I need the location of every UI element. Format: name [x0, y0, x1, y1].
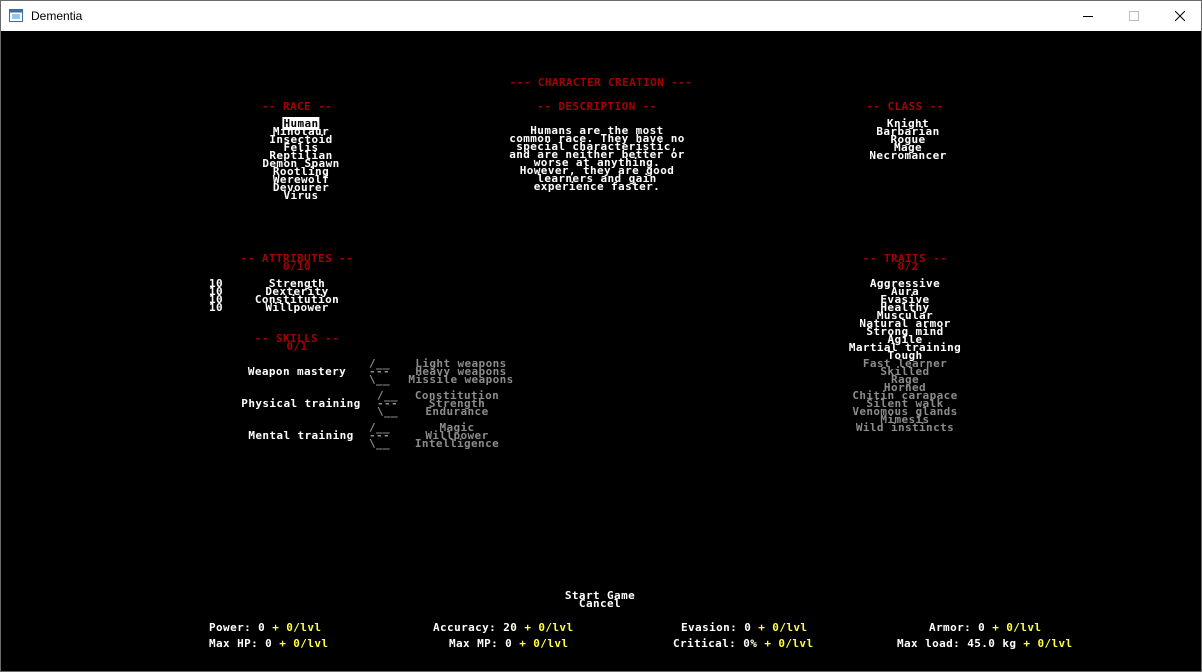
stat-armor-value: Armor: 0	[929, 621, 986, 634]
stat-max-mp-value: Max MP: 0	[449, 637, 513, 650]
skill-group-weapon-mastery[interactable]: Weapon mastery	[248, 366, 346, 377]
stat-power: Power: 0 + 0/lvl	[209, 621, 322, 634]
skill-branch-line: \__	[369, 437, 391, 450]
skill-points: 0/1	[286, 340, 308, 353]
close-button[interactable]	[1157, 1, 1201, 31]
stat-armor: Armor: 0 + 0/lvl	[929, 621, 1042, 634]
race-item-label: Virus	[283, 189, 319, 202]
stat-max-mp: Max MP: 0 + 0/lvl	[449, 637, 569, 650]
stat-critical-per-level: + 0/lvl	[764, 637, 814, 650]
stat-max-mp-per-level: + 0/lvl	[519, 637, 569, 650]
screen-title: --- CHARACTER CREATION ---	[509, 76, 693, 89]
skill-branch-line: \__	[369, 373, 391, 386]
app-window: Dementia --- CHARACTER CREATION --- -- R…	[0, 0, 1202, 672]
stat-evasion-value: Evasion: 0	[681, 621, 752, 634]
skill-group-mental-training[interactable]: Mental training	[248, 430, 353, 441]
stat-accuracy-value: Accuracy: 20	[433, 621, 518, 634]
attribute-willpower[interactable]: Willpower	[265, 302, 328, 313]
stat-max-hp-per-level: + 0/lvl	[279, 637, 329, 650]
title-bar[interactable]: Dementia	[1, 1, 1201, 31]
attribute-value: 10	[209, 301, 224, 314]
race-heading: -- RACE --	[261, 100, 333, 113]
skill-option[interactable]: Missile weapons	[408, 374, 513, 385]
stat-max-hp-value: Max HP: 0	[209, 637, 273, 650]
window-title: Dementia	[31, 9, 83, 23]
stat-max-load: Max load: 45.0 kg + 0/lvl	[897, 637, 1073, 650]
description-heading: -- DESCRIPTION --	[537, 100, 657, 113]
stat-critical: Critical: 0% + 0/lvl	[673, 637, 814, 650]
cancel-button[interactable]: Cancel	[579, 598, 621, 609]
class-list: Knight Barbarian Rogue Mage Necromancer	[869, 118, 946, 161]
trait-item-unavailable[interactable]: Wild instincts	[849, 422, 961, 433]
attribute-points: 0/10	[282, 260, 312, 273]
skill-group-physical-training[interactable]: Physical training	[241, 398, 360, 409]
trait-points: 0/2	[897, 260, 919, 273]
stat-critical-value: Critical: 0%	[673, 637, 758, 650]
minimize-icon	[1083, 16, 1093, 17]
stat-evasion: Evasion: 0 + 0/lvl	[681, 621, 808, 634]
class-item[interactable]: Necromancer	[869, 150, 946, 161]
minimize-button[interactable]	[1065, 1, 1111, 31]
game-screen: --- CHARACTER CREATION --- -- RACE -- --…	[1, 31, 1201, 671]
maximize-button[interactable]	[1111, 1, 1157, 31]
stat-max-load-per-level: + 0/lvl	[1023, 637, 1073, 650]
stat-max-hp: Max HP: 0 + 0/lvl	[209, 637, 329, 650]
description-line: experience faster.	[533, 180, 661, 193]
close-icon	[1175, 11, 1185, 21]
stat-evasion-per-level: + 0/lvl	[758, 621, 808, 634]
maximize-icon	[1129, 11, 1139, 21]
stat-accuracy: Accuracy: 20 + 0/lvl	[433, 621, 574, 634]
class-heading: -- CLASS --	[866, 100, 944, 113]
stat-power-per-level: + 0/lvl	[272, 621, 322, 634]
stat-max-load-value: Max load: 45.0 kg	[897, 637, 1017, 650]
skill-branch-line: \__	[377, 405, 399, 418]
skill-option[interactable]: Endurance	[425, 406, 488, 417]
race-list: Human Minotaur Insectoid Felis Reptilian Demo…	[262, 117, 339, 202]
stat-armor-per-level: + 0/lvl	[992, 621, 1042, 634]
stat-accuracy-per-level: + 0/lvl	[524, 621, 574, 634]
app-icon	[9, 9, 23, 22]
race-description: Humans are the most common race. They hav…	[509, 125, 685, 193]
skill-option[interactable]: Intelligence	[415, 438, 499, 449]
stat-power-value: Power: 0	[209, 621, 266, 634]
trait-list: Aggressive Aura Evasive Healthy Muscular Natu…	[849, 278, 961, 433]
